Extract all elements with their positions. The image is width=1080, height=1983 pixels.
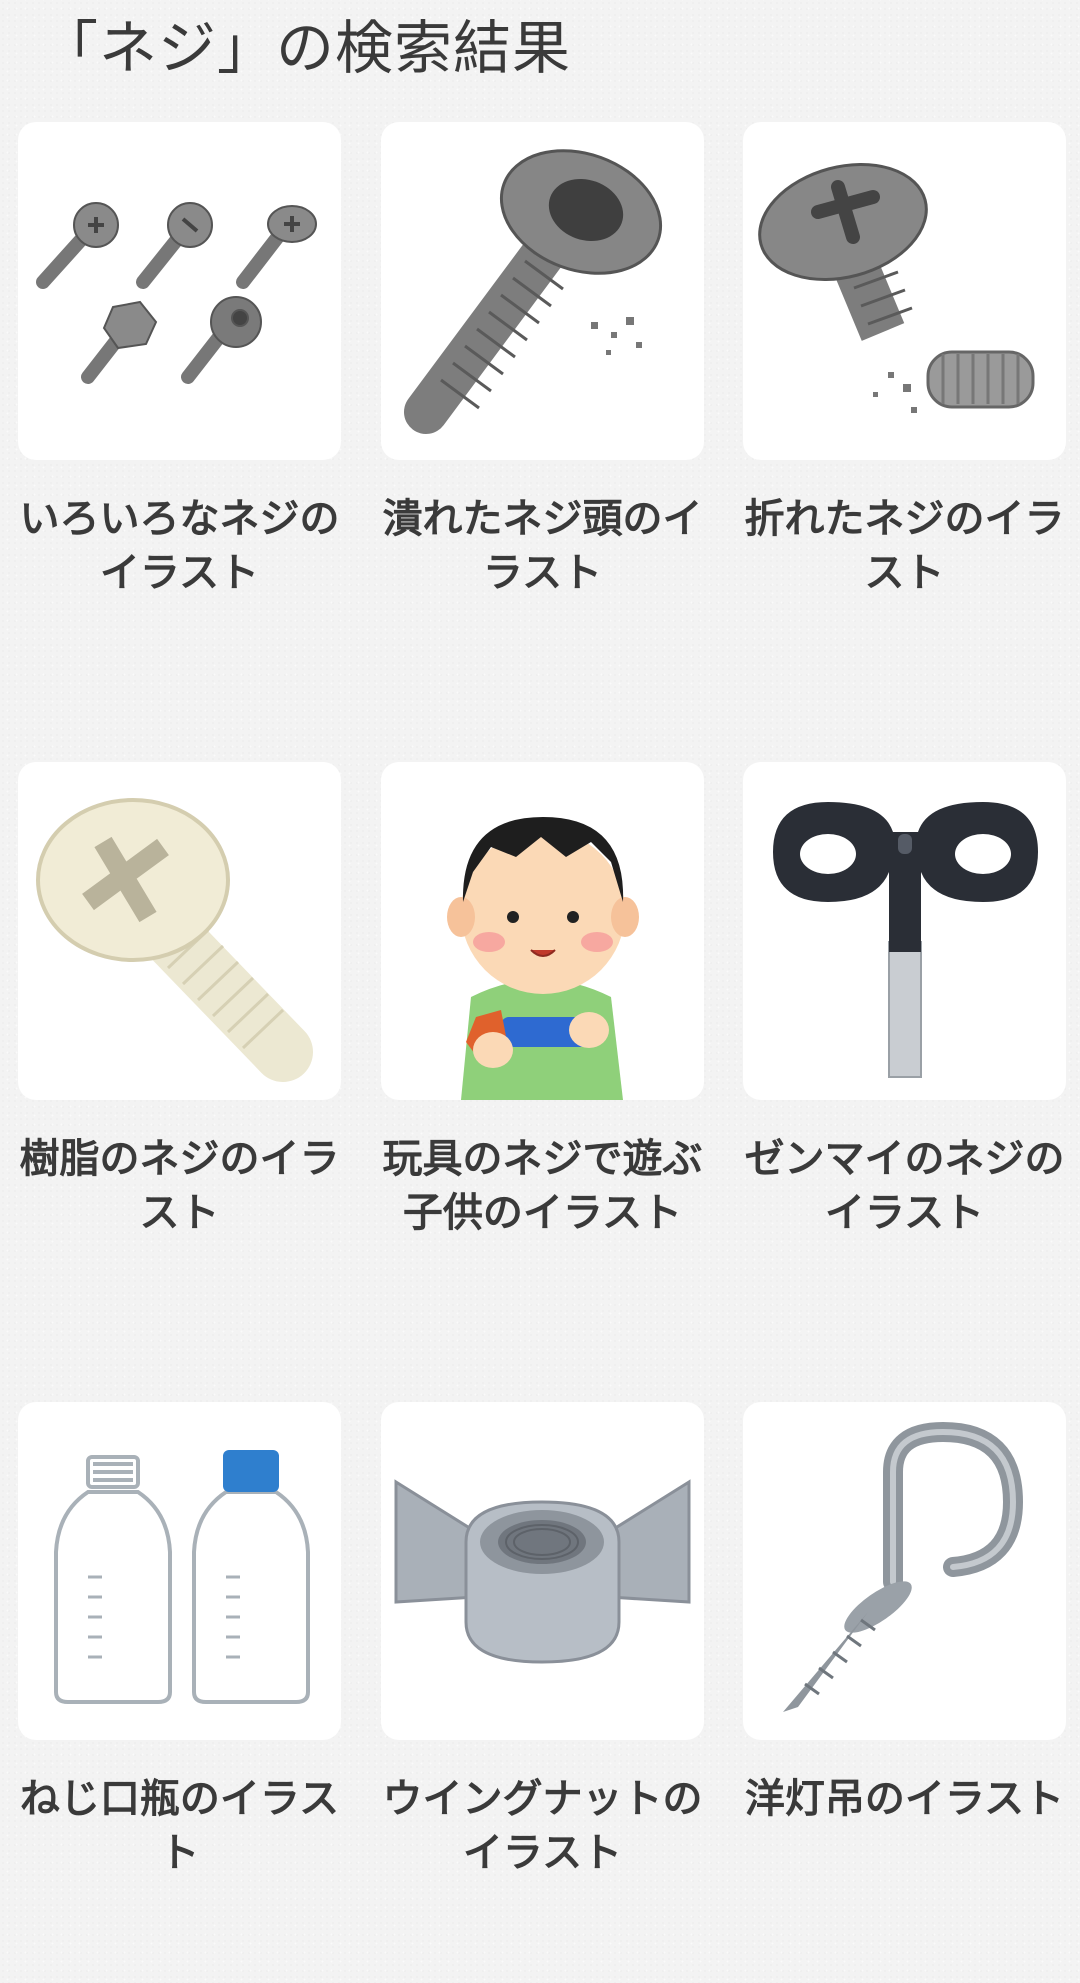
result-thumbnail[interactable] — [381, 762, 704, 1100]
result-card[interactable]: 玩具のネジで遊ぶ子供のイラスト — [381, 762, 704, 1240]
result-thumbnail[interactable] — [381, 1402, 704, 1740]
result-title[interactable]: ゼンマイのネジのイラスト — [743, 1132, 1066, 1240]
search-results-grid: いろいろなネジのイラスト 潰れたネジ頭のイラスト 折れたネジのイラスト 樹脂のネ… — [0, 0, 1080, 1983]
result-card[interactable]: 洋灯吊のイラスト — [743, 1402, 1066, 1826]
screw-hook-icon — [783, 1421, 1024, 1712]
result-thumbnail[interactable] — [743, 1402, 1066, 1740]
result-thumbnail[interactable] — [18, 122, 341, 460]
result-thumbnail[interactable] — [743, 762, 1066, 1100]
result-card[interactable]: ねじ口瓶のイラスト — [18, 1402, 341, 1880]
result-card[interactable]: ゼンマイのネジのイラスト — [743, 762, 1066, 1240]
result-title[interactable]: 玩具のネジで遊ぶ子供のイラスト — [381, 1132, 704, 1240]
result-title[interactable]: 折れたネジのイラスト — [743, 492, 1066, 600]
result-title[interactable]: 樹脂のネジのイラスト — [18, 1132, 341, 1240]
result-title[interactable]: 洋灯吊のイラスト — [743, 1772, 1066, 1826]
wing-nut-icon — [394, 1479, 691, 1664]
stripped-screw-head-icon — [404, 149, 663, 434]
result-card[interactable]: 樹脂のネジのイラスト — [18, 762, 341, 1240]
result-thumbnail[interactable] — [18, 1402, 341, 1740]
assorted-screws-icon — [36, 202, 317, 384]
result-card[interactable]: 折れたネジのイラスト — [743, 122, 1066, 600]
result-title[interactable]: ねじ口瓶のイラスト — [18, 1772, 341, 1880]
child-playing-toy-screw-icon — [447, 817, 639, 1100]
result-thumbnail[interactable] — [743, 122, 1066, 460]
result-thumbnail[interactable] — [18, 762, 341, 1100]
result-card[interactable]: 潰れたネジ頭のイラスト — [381, 122, 704, 600]
result-thumbnail[interactable] — [381, 122, 704, 460]
result-title[interactable]: いろいろなネジのイラスト — [18, 492, 341, 600]
result-title[interactable]: 潰れたネジ頭のイラスト — [381, 492, 704, 600]
screw-cap-bottles-icon — [54, 1450, 310, 1704]
result-title[interactable]: ウイングナットのイラスト — [381, 1772, 704, 1880]
wind-up-key-icon — [773, 802, 1038, 1078]
broken-screw-icon — [758, 162, 1035, 413]
result-card[interactable]: ウイングナットのイラスト — [381, 1402, 704, 1880]
plastic-screw-icon — [36, 798, 313, 1082]
result-card[interactable]: いろいろなネジのイラスト — [18, 122, 341, 600]
